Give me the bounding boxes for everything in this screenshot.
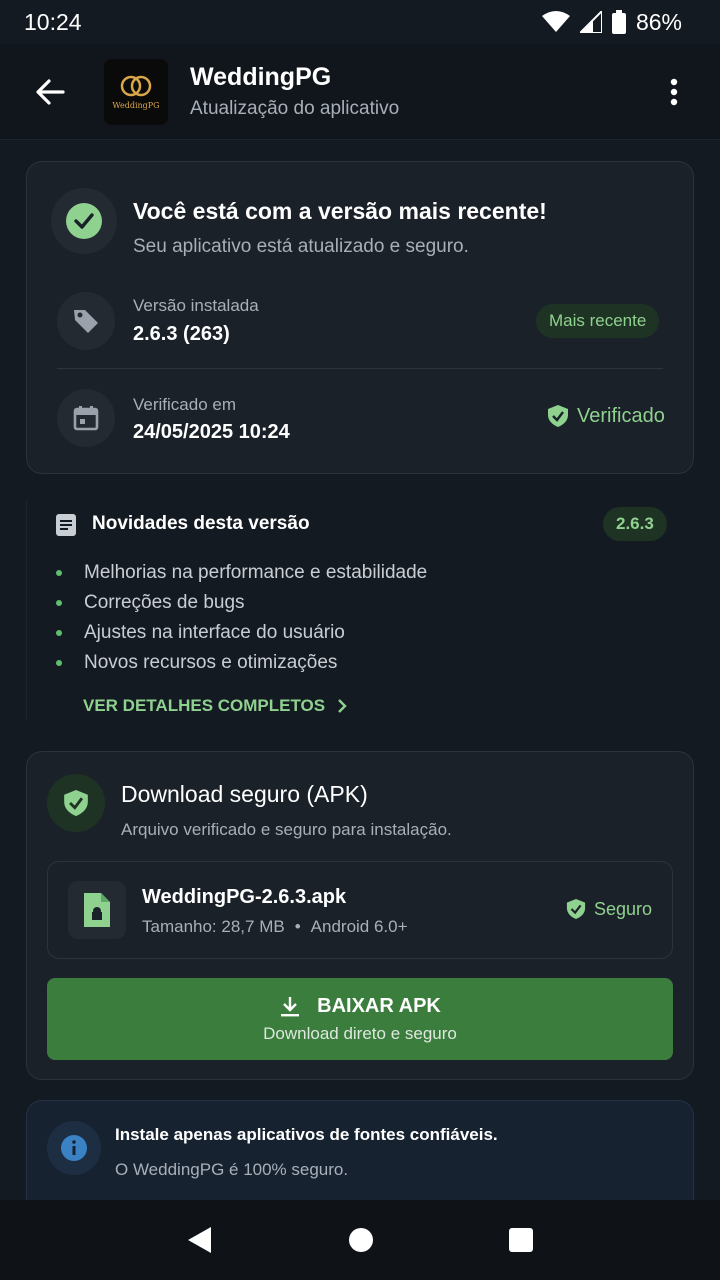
tag-badge: [57, 292, 115, 350]
logo-text: WeddingPG: [112, 101, 160, 110]
download-subtitle: Arquivo verificado e seguro para instala…: [121, 820, 452, 839]
bullet-dot: [56, 600, 62, 606]
signal-icon: [579, 11, 602, 33]
more-vert-icon: [670, 78, 678, 105]
check-circle-badge: [51, 188, 117, 254]
download-icon: [281, 997, 300, 1017]
list-item-text: Novos recursos e otimizações: [84, 652, 338, 673]
chevron-right-icon: [338, 699, 347, 713]
calendar-badge: [57, 389, 115, 447]
shield-badge: [47, 774, 105, 832]
arrow-back-icon: [36, 78, 65, 105]
back-button[interactable]: [22, 64, 78, 120]
info-badge: [47, 1121, 101, 1175]
list-item-text: Ajustes na interface do usuário: [84, 622, 345, 643]
file-info-box: WeddingPG-2.6.3.apk Tamanho: 28,7 MB • A…: [47, 861, 673, 959]
app-subtitle: Atualização do aplicativo: [190, 98, 400, 119]
bullet-dot: [56, 630, 62, 636]
shield-check-icon: [566, 899, 586, 919]
file-size: Tamanho: 28,7 MB: [142, 917, 285, 936]
list-item-text: Melhorias na performance e estabilidade: [84, 562, 428, 583]
latest-badge: Mais recente: [536, 304, 660, 338]
status-card: Você está com a versão mais recente! Seu…: [26, 161, 694, 474]
battery-percent: 86%: [635, 8, 682, 35]
bullet-dot: [56, 570, 62, 576]
list-item: Correções de bugs: [56, 592, 245, 614]
system-nav-bar: [0, 1200, 720, 1280]
shield-check-icon: [64, 790, 88, 816]
details-link-label: VER DETALHES COMPLETOS: [83, 696, 326, 715]
android-file-icon: [84, 893, 110, 927]
installed-version-label: Versão instalada: [133, 296, 259, 315]
document-icon: [56, 514, 76, 536]
bullet-dot: [56, 660, 62, 666]
download-button-label: BAIXAR APK: [317, 994, 441, 1017]
rings-icon: [120, 75, 152, 97]
more-options-button[interactable]: [654, 64, 694, 120]
whats-new-title: Novidades desta versão: [92, 513, 310, 534]
nav-home-button[interactable]: [348, 1227, 374, 1253]
info-line-2: O WeddingPG é 100% seguro.: [115, 1160, 349, 1179]
download-title: Download seguro (APK): [121, 781, 368, 807]
android-requirement: Android 6.0+: [310, 917, 408, 936]
list-item: Melhorias na performance e estabilidade: [56, 562, 427, 584]
details-link[interactable]: VER DETALHES COMPLETOS: [83, 696, 347, 716]
verified-label: Verificado: [577, 404, 665, 427]
file-name: WeddingPG-2.6.3.apk: [142, 886, 347, 908]
info-card: Instale apenas aplicativos de fontes con…: [26, 1100, 694, 1200]
calendar-icon: [73, 406, 99, 431]
status-subtitle: Seu aplicativo está atualizado e seguro.: [133, 236, 469, 257]
status-bar: 10:24 86%: [0, 0, 720, 44]
download-button-sub: Download direto e seguro: [263, 1023, 457, 1043]
app-bar: WeddingPG WeddingPG Atualização do aplic…: [0, 44, 720, 140]
shield-check-icon: [548, 405, 568, 427]
tag-icon: [74, 310, 98, 333]
file-meta: Tamanho: 28,7 MB • Android 6.0+: [142, 917, 408, 937]
list-item: Ajustes na interface do usuário: [56, 622, 345, 644]
app-logo: WeddingPG: [104, 58, 168, 125]
file-badge: [68, 881, 126, 939]
checked-value: 24/05/2025 10:24: [133, 421, 290, 443]
download-card: Download seguro (APK) Arquivo verificado…: [26, 751, 694, 1080]
wifi-icon: [541, 11, 570, 32]
info-icon: [61, 1135, 87, 1161]
list-item-text: Correções de bugs: [84, 592, 245, 613]
version-badge: 2.6.3: [603, 507, 667, 541]
status-time: 10:24: [24, 8, 82, 35]
installed-version-value: 2.6.3 (263): [133, 323, 230, 345]
meta-separator: •: [294, 917, 301, 936]
list-item: Novos recursos e otimizações: [56, 652, 337, 674]
battery-icon: [611, 10, 626, 34]
nav-back-button[interactable]: [187, 1226, 213, 1254]
safe-indicator: Seguro: [566, 898, 652, 920]
download-apk-button[interactable]: BAIXAR APK Download direto e seguro: [47, 978, 673, 1060]
verified-indicator: Verificado: [547, 404, 665, 428]
safe-label: Seguro: [594, 898, 653, 919]
checked-label: Verificado em: [133, 395, 236, 414]
divider: [57, 368, 663, 369]
nav-recents-button[interactable]: [508, 1228, 533, 1252]
check-icon: [66, 203, 102, 239]
status-title: Você está com a versão mais recente!: [133, 198, 547, 224]
info-line-1: Instale apenas aplicativos de fontes con…: [115, 1125, 498, 1144]
app-title: WeddingPG: [190, 63, 332, 91]
